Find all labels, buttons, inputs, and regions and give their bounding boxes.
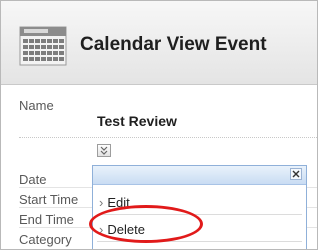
start-time-label: Start Time <box>19 192 79 207</box>
menu-divider <box>97 241 302 242</box>
page-title: Calendar View Event <box>80 34 267 55</box>
double-chevron-down-icon <box>100 146 108 155</box>
event-options-menu: › Edit › Delete <box>92 165 307 249</box>
close-button[interactable] <box>290 168 302 180</box>
options-toggle-button[interactable] <box>97 144 111 157</box>
event-name-value: Test Review <box>97 113 177 129</box>
menu-item-label: Edit <box>107 195 130 210</box>
menu-divider <box>97 214 302 215</box>
chevron-right-icon: › <box>99 222 104 237</box>
close-icon <box>292 170 300 178</box>
end-time-label: End Time <box>19 212 74 227</box>
menu-header <box>93 166 306 185</box>
menu-item-label: Delete <box>107 222 145 237</box>
menu-item-delete[interactable]: › Delete <box>99 222 145 237</box>
category-label: Category <box>19 232 72 247</box>
date-label: Date <box>19 172 47 187</box>
calendar-view-event-panel: Calendar View Event Name Test Review Dat… <box>0 0 318 250</box>
chevron-right-icon: › <box>99 195 104 210</box>
divider <box>19 137 317 138</box>
name-label: Name <box>19 98 54 113</box>
calendar-icon <box>19 26 67 66</box>
page-header: Calendar View Event <box>1 1 317 85</box>
menu-item-edit[interactable]: › Edit <box>99 195 130 210</box>
